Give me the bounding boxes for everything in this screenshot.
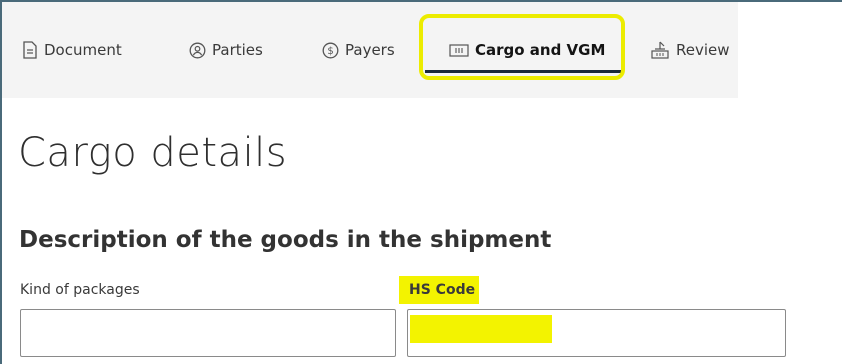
hs-code-input-highlight [410,315,552,343]
tab-review-label: Review [676,41,730,59]
tab-review[interactable]: Review [650,2,730,98]
tab-bar: Document Parties $ Payers Cargo and VGM … [2,2,738,98]
document-icon [22,41,38,59]
tab-parties-label: Parties [212,41,263,59]
section-subtitle: Description of the goods in the shipment [19,227,552,253]
tab-document-label: Document [44,41,122,59]
kind-of-packages-label: Kind of packages [20,282,140,298]
review-icon [650,40,670,60]
payers-icon: $ [322,42,339,59]
parties-icon [189,42,206,59]
active-tab-highlight [419,14,625,80]
svg-text:$: $ [327,46,333,57]
tab-document[interactable]: Document [22,2,122,98]
kind-of-packages-input[interactable] [20,309,396,357]
tab-payers-label: Payers [345,41,395,59]
page-title: Cargo details [18,130,288,176]
tab-parties[interactable]: Parties [189,2,263,98]
tab-payers[interactable]: $ Payers [322,2,395,98]
hs-code-label: HS Code [409,282,476,298]
